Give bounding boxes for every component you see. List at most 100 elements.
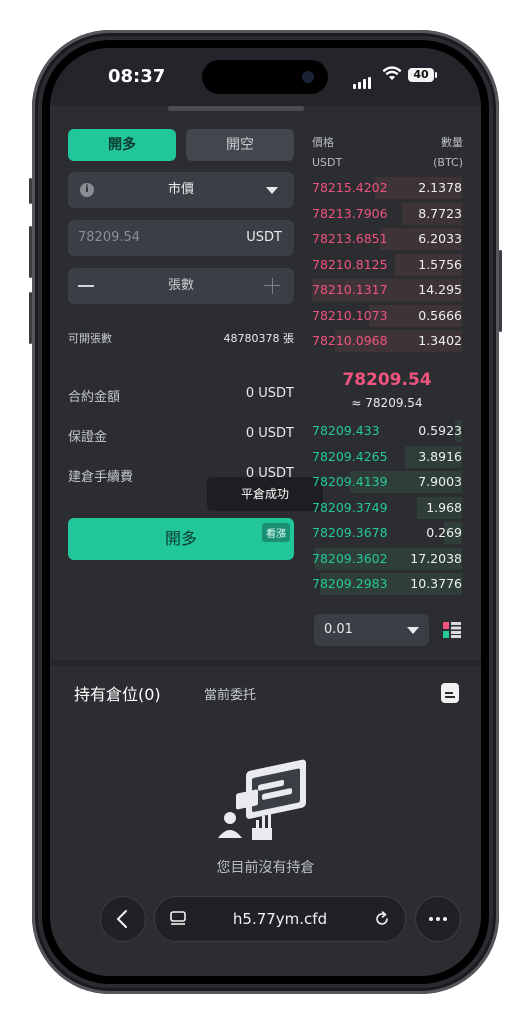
bid-row[interactable]: 78209.3749 1.968 [312,496,462,520]
bid-price: 78209.2983 [312,576,388,591]
wifi-icon [382,66,402,80]
ask-row[interactable]: 78213.6851 6.2033 [312,227,462,251]
bid-row[interactable]: 78209.4139 7.9003 [312,470,462,494]
order-type-value: 市價 [167,182,194,197]
back-icon [116,910,127,928]
margin-value: 0 USDT [245,426,294,441]
layout-icon[interactable] [443,622,461,638]
open-long-button-label: 開多 [164,529,197,548]
qty-header: 數量 [441,136,463,149]
back-button[interactable] [100,896,146,942]
qty-unit-header: (BTC) [433,156,463,169]
dynamic-island [202,60,328,94]
document-icon[interactable] [441,683,459,703]
power-button [499,250,502,332]
bid-row[interactable]: 78209.3602 17.2038 [312,547,462,571]
ask-qty: 0.5666 [418,307,462,323]
camera-icon [302,71,314,83]
order-type-select[interactable]: i 市價 [68,172,294,208]
bid-qty: 3.8916 [418,448,462,464]
price-unit-header: USDT [312,156,343,169]
ask-row[interactable]: 78210.1073 0.5666 [312,304,462,328]
url-text: h5.77ym.cfd [232,910,328,928]
contract-amount-label: 合約金額 [68,390,121,405]
ask-price: 78213.7906 [312,205,388,221]
open-long-button[interactable]: 開多 看漲 [68,518,294,560]
bid-qty: 0.269 [426,525,462,540]
more-button[interactable] [415,896,461,942]
ask-row[interactable]: 78210.8125 1.5756 [312,253,462,277]
quantity-stepper[interactable]: 張數 [68,268,294,304]
bid-qty: 1.968 [426,499,462,515]
ask-qty: 1.3402 [418,333,462,348]
available-label: 可開張數 [68,332,112,345]
price-header: 價格 [312,136,334,149]
bid-qty: 17.2038 [410,550,462,566]
tab-current-orders[interactable]: 當前委托 [204,684,256,703]
last-price: 78209.54 [342,370,432,390]
toast-message: 平倉成功 [207,477,323,511]
margin-label: 保證金 [68,430,108,445]
status-time: 08:37 [108,66,166,87]
empty-positions-text: 您目前沒有持倉 [216,860,315,876]
ask-price: 78213.6851 [312,231,388,246]
ask-price: 78210.1317 [312,282,388,297]
bid-row[interactable]: 78209.4265 3.8916 [312,445,462,469]
bid-qty: 10.3776 [410,576,462,591]
reload-icon[interactable] [373,910,391,928]
caret-down-icon [407,627,419,634]
section-divider [50,660,481,666]
status-bar: 08:37 40 [50,48,481,106]
precision-select[interactable]: 0.01 [314,614,429,646]
signal-icon [353,70,373,89]
empty-positions-illustration [218,759,306,840]
tab-holdings[interactable]: 持有倉位(0) [74,681,161,705]
ask-row[interactable]: 78210.0968 1.3402 [312,329,462,353]
ask-qty: 2.1378 [418,180,462,195]
caret-down-icon [266,187,278,194]
bid-price: 78209.433 [312,423,380,438]
bid-price: 78209.3602 [312,550,388,566]
bid-qty: 0.5923 [418,423,462,438]
price-placeholder: 78209.54 [78,230,141,245]
bid-price: 78209.4139 [312,474,388,489]
bid-price: 78209.4265 [312,448,388,464]
more-icon [429,917,447,921]
bullish-tag: 看漲 [262,523,290,542]
ask-price: 78210.0968 [312,333,388,348]
ask-price: 78210.1073 [312,307,388,323]
fee-label: 建倉手續費 [68,470,134,485]
ask-row[interactable]: 78215.4202 2.1378 [312,176,462,200]
ask-row[interactable]: 78210.1317 14.295 [312,278,462,302]
ask-qty: 1.5756 [418,256,462,272]
screen: 08:37 40 開多 開空 i 市價 78209.54 USDT 張數 可開張… [50,48,481,976]
action-button [29,178,32,204]
bid-row[interactable]: 78209.433 0.5923 [312,419,462,443]
precision-value: 0.01 [324,622,353,637]
bid-row[interactable]: 78209.2983 10.3776 [312,572,462,596]
ask-row[interactable]: 78213.7906 8.7723 [312,202,462,226]
price-unit: USDT [246,230,282,245]
address-bar[interactable]: h5.77ym.cfd [154,896,406,942]
ask-price: 78210.8125 [312,256,388,272]
sheet-handle[interactable] [168,106,304,111]
quantity-label: 張數 [167,278,194,293]
ask-price: 78215.4202 [312,180,388,195]
price-input[interactable]: 78209.54 USDT [68,220,294,256]
tab-open-long[interactable]: 開多 [68,129,176,161]
last-price-approx: ≈ 78209.54 [351,396,423,410]
volume-down-button [29,292,32,344]
bid-price: 78209.3749 [312,499,388,515]
bid-price: 78209.3678 [312,525,388,540]
battery-indicator: 40 [408,68,437,82]
ask-qty: 14.295 [418,282,462,297]
contract-amount-value: 0 USDT [245,386,294,401]
available-value: 48780378 張 [223,332,295,345]
ask-qty: 6.2033 [418,231,462,246]
ask-qty: 8.7723 [418,205,462,221]
bid-row[interactable]: 78209.3678 0.269 [312,521,462,545]
volume-up-button [29,226,32,278]
phone-frame: 08:37 40 開多 開空 i 市價 78209.54 USDT 張數 可開張… [29,30,502,994]
bid-qty: 7.9003 [418,474,462,489]
tab-open-short[interactable]: 開空 [186,129,294,161]
